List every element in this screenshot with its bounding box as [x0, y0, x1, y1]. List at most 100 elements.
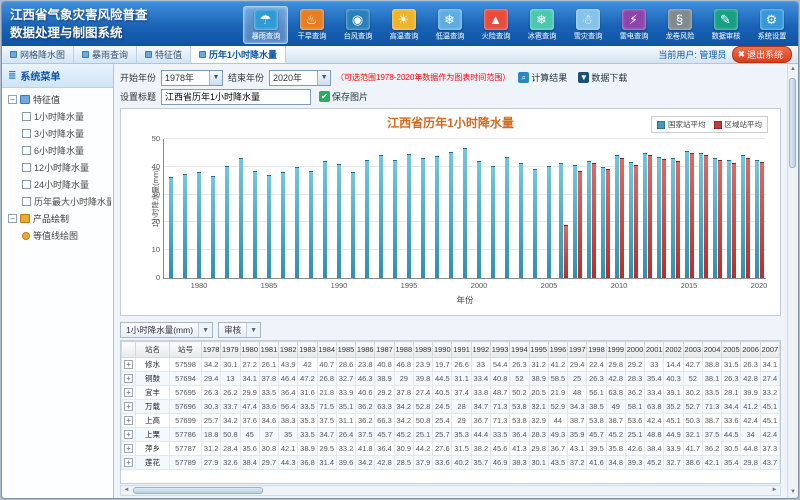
table-header-cell[interactable]: 1993 [490, 342, 509, 358]
tree-item-0-5[interactable]: 历年最大小时降水量 [4, 193, 111, 210]
table-header-cell[interactable]: 1983 [298, 342, 317, 358]
checkbox-icon[interactable] [22, 112, 31, 121]
table-row[interactable]: +宜丰5769526.326.229.933.536.431.621.833.9… [122, 386, 780, 400]
table-header-cell[interactable]: 1989 [413, 342, 432, 358]
checkbox-icon[interactable] [22, 180, 31, 189]
table-row[interactable]: +上高5769925.734.237.634.638.335.337.531.1… [122, 414, 780, 428]
table-row[interactable]: +修水5759834.230.127.226.143.94240.728.623… [122, 358, 780, 372]
logout-button[interactable]: ✖退出系统 [732, 46, 792, 63]
expand-icon[interactable]: + [124, 444, 133, 453]
table-header-cell[interactable]: 1985 [336, 342, 355, 358]
row-expander-cell[interactable]: + [122, 400, 136, 414]
table-row[interactable]: +莲花5778927.932.638.429.744.336.831.439.6… [122, 456, 780, 470]
table-header-cell[interactable]: 1998 [587, 342, 606, 358]
expand-icon[interactable]: + [124, 430, 133, 439]
expand-icon[interactable]: + [124, 402, 133, 411]
tool-rainstorm[interactable]: ☂暴雨查询 [243, 6, 288, 44]
vertical-scroll-thumb[interactable] [789, 78, 796, 168]
expander-icon[interactable]: − [8, 214, 17, 223]
table-header-cell[interactable]: 1996 [548, 342, 567, 358]
scroll-up-icon[interactable]: ▲ [788, 64, 798, 75]
scroll-left-icon[interactable]: ◄ [121, 486, 132, 495]
table-header-cell[interactable]: 1984 [317, 342, 336, 358]
tool-hail[interactable]: ❄冰雹查询 [519, 6, 564, 44]
checkbox-icon[interactable] [22, 197, 31, 206]
measure-dropdown[interactable]: 1小时降水量(mm)▼ [120, 322, 213, 338]
tool-settings[interactable]: ⚙系统设置 [749, 6, 794, 44]
tree-group-0[interactable]: −特征值 [4, 91, 111, 108]
table-header-cell[interactable]: 1978 [202, 342, 221, 358]
table-header-cell[interactable]: 1997 [568, 342, 587, 358]
table-header-cell[interactable]: 2005 [722, 342, 741, 358]
table-row[interactable]: +万载5769630.333.747.433.656.433.571.535.1… [122, 400, 780, 414]
table-header-cell[interactable]: 2004 [702, 342, 721, 358]
table-header-cell[interactable]: 1986 [356, 342, 375, 358]
horizontal-scrollbar[interactable]: ◄ ► [120, 485, 781, 496]
expand-icon[interactable]: + [124, 374, 133, 383]
end-year-select[interactable]: 2020年▼ [269, 70, 331, 86]
table-header-cell[interactable]: 2000 [625, 342, 644, 358]
row-expander-cell[interactable]: + [122, 386, 136, 400]
table-header-cell[interactable]: 1987 [375, 342, 394, 358]
table-header-cell[interactable]: 2002 [664, 342, 683, 358]
table-header-cell[interactable]: 1999 [606, 342, 625, 358]
tree-item-0-3[interactable]: 12小时降水量 [4, 159, 111, 176]
tool-snow[interactable]: ☃雪灾查询 [565, 6, 610, 44]
row-expander-cell[interactable]: + [122, 428, 136, 442]
table-header-cell[interactable]: 2007 [760, 342, 779, 358]
tree-item-0-2[interactable]: 6小时降水量 [4, 142, 111, 159]
horizontal-scroll-thumb[interactable] [133, 487, 263, 494]
table-header-cell[interactable]: 1988 [394, 342, 413, 358]
audit-dropdown[interactable]: 审核▼ [218, 322, 261, 338]
expander-icon[interactable]: − [8, 95, 17, 104]
tool-typhoon[interactable]: ◉台风查询 [335, 6, 380, 44]
tab-0[interactable]: 网格降水图 [2, 46, 74, 63]
expand-icon[interactable]: + [124, 458, 133, 467]
tool-hightemp[interactable]: ☀高温查询 [381, 6, 426, 44]
expand-icon[interactable]: + [124, 388, 133, 397]
checkbox-icon[interactable] [22, 146, 31, 155]
table-header-cell[interactable] [122, 342, 136, 358]
save-image-button[interactable]: ✔保存图片 [316, 89, 371, 104]
row-expander-cell[interactable]: + [122, 372, 136, 386]
tool-lightning[interactable]: ⚡雷电查询 [611, 6, 656, 44]
tool-lowtemp[interactable]: ❄低温查询 [427, 6, 472, 44]
checkbox-icon[interactable] [22, 163, 31, 172]
table-row[interactable]: +上栗5778618.850.845373533.534.726.437.545… [122, 428, 780, 442]
table-header-cell[interactable]: 1990 [433, 342, 452, 358]
tree-group-1[interactable]: −产品绘制 [4, 210, 111, 227]
table-header-cell[interactable]: 2003 [683, 342, 702, 358]
tab-3[interactable]: 历年1小时降水量 [191, 46, 286, 63]
table-header-cell[interactable]: 1979 [221, 342, 240, 358]
chart-title-input[interactable] [161, 89, 311, 105]
table-header-cell[interactable]: 1994 [510, 342, 529, 358]
tree-item-1-0[interactable]: 等值线绘图 [4, 227, 111, 244]
table-header-cell[interactable]: 1991 [452, 342, 471, 358]
expand-icon[interactable]: + [124, 416, 133, 425]
table-row[interactable]: +铜鼓5769429.41334.137.846.447.226.832.746… [122, 372, 780, 386]
tool-drought[interactable]: ♨干旱查询 [289, 6, 334, 44]
tab-1[interactable]: 暴雨查询 [74, 46, 137, 63]
download-button[interactable]: ▼数据下载 [575, 70, 630, 85]
scroll-down-icon[interactable]: ▼ [788, 487, 798, 498]
tool-tornado[interactable]: §龙卷风险 [657, 6, 702, 44]
table-header-cell[interactable]: 站号 [170, 342, 202, 358]
table-header-cell[interactable]: 1995 [529, 342, 548, 358]
row-expander-cell[interactable]: + [122, 414, 136, 428]
row-expander-cell[interactable]: + [122, 456, 136, 470]
calculate-button[interactable]: ⌕计算结果 [515, 70, 570, 85]
start-year-select[interactable]: 1978年▼ [161, 70, 223, 86]
table-header-cell[interactable]: 1981 [259, 342, 278, 358]
row-expander-cell[interactable]: + [122, 358, 136, 372]
table-header-cell[interactable]: 站名 [136, 342, 170, 358]
tool-audit[interactable]: ✎数据审核 [703, 6, 748, 44]
scroll-right-icon[interactable]: ► [769, 486, 780, 495]
row-expander-cell[interactable]: + [122, 442, 136, 456]
table-row[interactable]: +萍乡5778731.228.435.630.842.138.929.533.2… [122, 442, 780, 456]
vertical-scrollbar[interactable]: ▲ ▼ [787, 64, 798, 498]
table-header-cell[interactable]: 1980 [240, 342, 259, 358]
tree-item-0-0[interactable]: 1小时降水量 [4, 108, 111, 125]
table-header-cell[interactable]: 1992 [471, 342, 490, 358]
expand-icon[interactable]: + [124, 360, 133, 369]
tab-2[interactable]: 特征值 [137, 46, 191, 63]
